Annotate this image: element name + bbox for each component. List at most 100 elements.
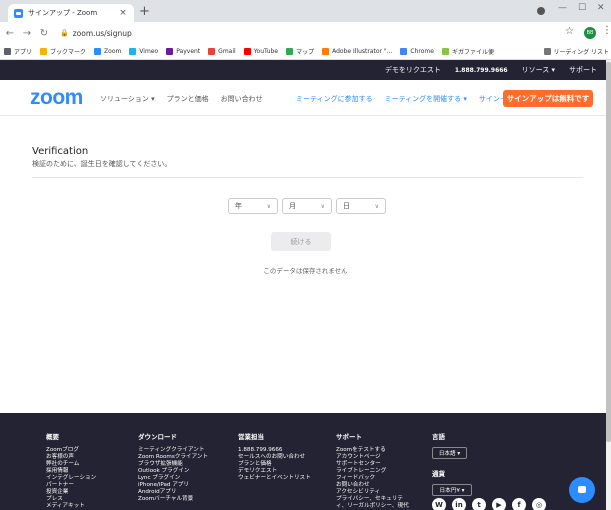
lock-icon[interactable]: 🔒 <box>60 29 69 37</box>
back-icon[interactable]: ← <box>3 28 17 39</box>
footer-link[interactable]: ブラウザ拡張機能 <box>138 461 208 468</box>
currency-select[interactable]: 日本円¥ ▾ <box>432 484 472 496</box>
social-links: W in t ▶ f ◎ <box>432 498 552 510</box>
profile-avatar[interactable]: BB <box>584 27 596 39</box>
footer-link[interactable]: 採用情報 <box>46 468 96 475</box>
browser-tab-strip: サインアップ - Zoom × + — ☐ ✕ <box>0 0 611 22</box>
footer-about-column: 概要 Zoomブログ お客様の声 弊社のチーム 採用情報 インテグレーション パートナー投… <box>46 431 96 510</box>
address-bar[interactable]: 🔒 zoom.us/signup <box>60 25 547 41</box>
footer-link[interactable]: 投資企業 <box>46 489 96 496</box>
support-link[interactable]: サポート <box>569 65 597 75</box>
contact-link[interactable]: お問い合わせ <box>221 94 263 104</box>
reading-list-button[interactable]: リーディング リスト <box>539 47 609 56</box>
bookmark-item[interactable]: ブックマーク <box>40 47 86 56</box>
youtube-icon[interactable]: ▶ <box>492 498 506 510</box>
bookmark-label: YouTube <box>253 48 279 55</box>
bookmark-icon <box>208 48 216 55</box>
footer-link[interactable]: ィ、リーガルポリシー、現代 <box>336 503 409 510</box>
footer-link[interactable]: プレス <box>46 496 96 503</box>
footer-link[interactable]: アクセシビリティ <box>336 489 409 496</box>
footer-link[interactable]: Zoomブログ <box>46 447 96 454</box>
bookmark-item[interactable]: Zoom <box>94 48 121 55</box>
linkedin-icon[interactable]: in <box>452 498 466 510</box>
host-meeting-menu[interactable]: ミーティングを開催する ▾ <box>385 94 467 104</box>
tab-close-icon[interactable]: × <box>118 8 128 18</box>
footer-link[interactable]: お問い合わせ <box>336 482 409 489</box>
solutions-menu[interactable]: ソリューション ▾ <box>100 94 155 104</box>
wordpress-icon[interactable]: W <box>432 498 446 510</box>
bookmark-star-icon[interactable]: ☆ <box>565 26 574 37</box>
footer-link[interactable]: セールスへのお問い合わせ <box>238 454 311 461</box>
year-select[interactable]: 年 ∨ <box>228 198 278 214</box>
signup-button[interactable]: サインアップは無料です <box>503 90 593 107</box>
reload-icon[interactable]: ↻ <box>37 28 51 39</box>
zoom-logo[interactable]: zoom <box>30 86 83 110</box>
footer-link[interactable]: ミーティングクライアント <box>138 447 208 454</box>
maximize-icon[interactable]: ☐ <box>578 3 586 13</box>
footer-link[interactable]: 弊社のチーム <box>46 461 96 468</box>
bookmark-item[interactable]: Gmail <box>208 48 236 55</box>
bookmark-item[interactable]: アプリ <box>4 47 32 56</box>
bookmark-item[interactable]: YouTube <box>243 48 279 55</box>
footer-link[interactable]: プランと価格 <box>238 461 311 468</box>
zoom-main-nav: zoom ソリューション ▾ プランと価格 お問い合わせ ミーティングに参加する… <box>0 80 611 116</box>
continue-button[interactable]: 続ける <box>271 232 331 251</box>
day-select[interactable]: 日 ∨ <box>336 198 386 214</box>
footer-link[interactable]: ライブトレーニング <box>336 468 409 475</box>
language-select[interactable]: 日本語 ▾ <box>432 447 467 459</box>
bookmark-icon <box>243 48 251 55</box>
scrollbar-thumb[interactable] <box>606 62 611 442</box>
bookmark-item[interactable]: マップ <box>286 47 314 56</box>
footer-link[interactable]: ウェビナーとイベントリスト <box>238 475 311 482</box>
footer-link[interactable]: Zoomをテストする <box>336 447 409 454</box>
footer-link[interactable]: 1.888.799.9666 <box>238 447 311 454</box>
plans-link[interactable]: プランと価格 <box>167 94 209 104</box>
month-select[interactable]: 月 ∨ <box>282 198 332 214</box>
footer-link[interactable]: パートナー <box>46 482 96 489</box>
footer-link[interactable]: インテグレーション <box>46 475 96 482</box>
chat-button[interactable] <box>569 477 595 503</box>
footer-link[interactable]: フィードバック <box>336 475 409 482</box>
footer-column-title: サポート <box>336 433 362 441</box>
new-tab-button[interactable]: + <box>139 4 150 20</box>
forward-icon[interactable]: → <box>20 28 34 39</box>
facebook-icon[interactable]: f <box>512 498 526 510</box>
footer-sales-column: 営業担当 1.888.799.9666 セールスへのお問い合わせ プランと価格 デモリ… <box>238 431 311 482</box>
browser-tab[interactable]: サインアップ - Zoom × <box>8 4 134 22</box>
footer-link[interactable]: プライバシー、セキュリテ <box>336 496 409 503</box>
footer-link[interactable]: Zoomバーチャル背景 <box>138 496 208 503</box>
bookmark-label: Zoom <box>104 48 122 55</box>
language-title: 言語 <box>432 433 445 441</box>
bookmark-item[interactable]: Payvent <box>166 48 200 55</box>
join-meeting-link[interactable]: ミーティングに参加する <box>296 94 373 104</box>
footer-link[interactable]: サポートセンター <box>336 461 409 468</box>
bookmark-label: Chrome <box>410 48 434 55</box>
phone-number-link[interactable]: 1.888.799.9666 <box>455 67 508 74</box>
footer-link[interactable]: Outlook プラグイン <box>138 468 208 475</box>
chevron-down-icon: ∨ <box>320 202 325 210</box>
bookmark-item[interactable]: Chrome <box>400 48 434 55</box>
resources-menu[interactable]: リソース ▾ <box>522 65 555 75</box>
url-text[interactable]: zoom.us/signup <box>73 29 132 38</box>
profile-indicator-icon[interactable] <box>537 7 545 15</box>
bookmark-icon <box>4 48 11 55</box>
bookmark-item[interactable]: ギガファイル便 <box>441 47 494 56</box>
chrome-menu-icon[interactable]: ⋮ <box>602 25 611 36</box>
footer-link[interactable]: Androidアプリ <box>138 489 208 496</box>
footer-link[interactable]: デモリクエスト <box>238 468 311 475</box>
bookmark-item[interactable]: Adobe Illustrator "... <box>322 48 392 55</box>
footer-link[interactable]: メディアキット <box>46 503 96 510</box>
bookmark-item[interactable]: Vimeo <box>129 48 158 55</box>
footer-link[interactable]: お客様の声 <box>46 454 96 461</box>
bookmark-icon <box>94 48 102 55</box>
instagram-icon[interactable]: ◎ <box>532 498 546 510</box>
footer-link[interactable]: Zoom Roomsクライアント <box>138 454 208 461</box>
footer-link[interactable]: iPhone/iPad アプリ <box>138 482 208 489</box>
footer-link[interactable]: Lync プラグイン <box>138 475 208 482</box>
bookmark-label: Gmail <box>218 48 236 55</box>
footer-link[interactable]: アカウントページ <box>336 454 409 461</box>
request-demo-link[interactable]: デモをリクエスト <box>385 65 441 75</box>
minimize-icon[interactable]: — <box>558 3 567 13</box>
twitter-icon[interactable]: t <box>472 498 486 510</box>
close-window-icon[interactable]: ✕ <box>597 3 605 13</box>
